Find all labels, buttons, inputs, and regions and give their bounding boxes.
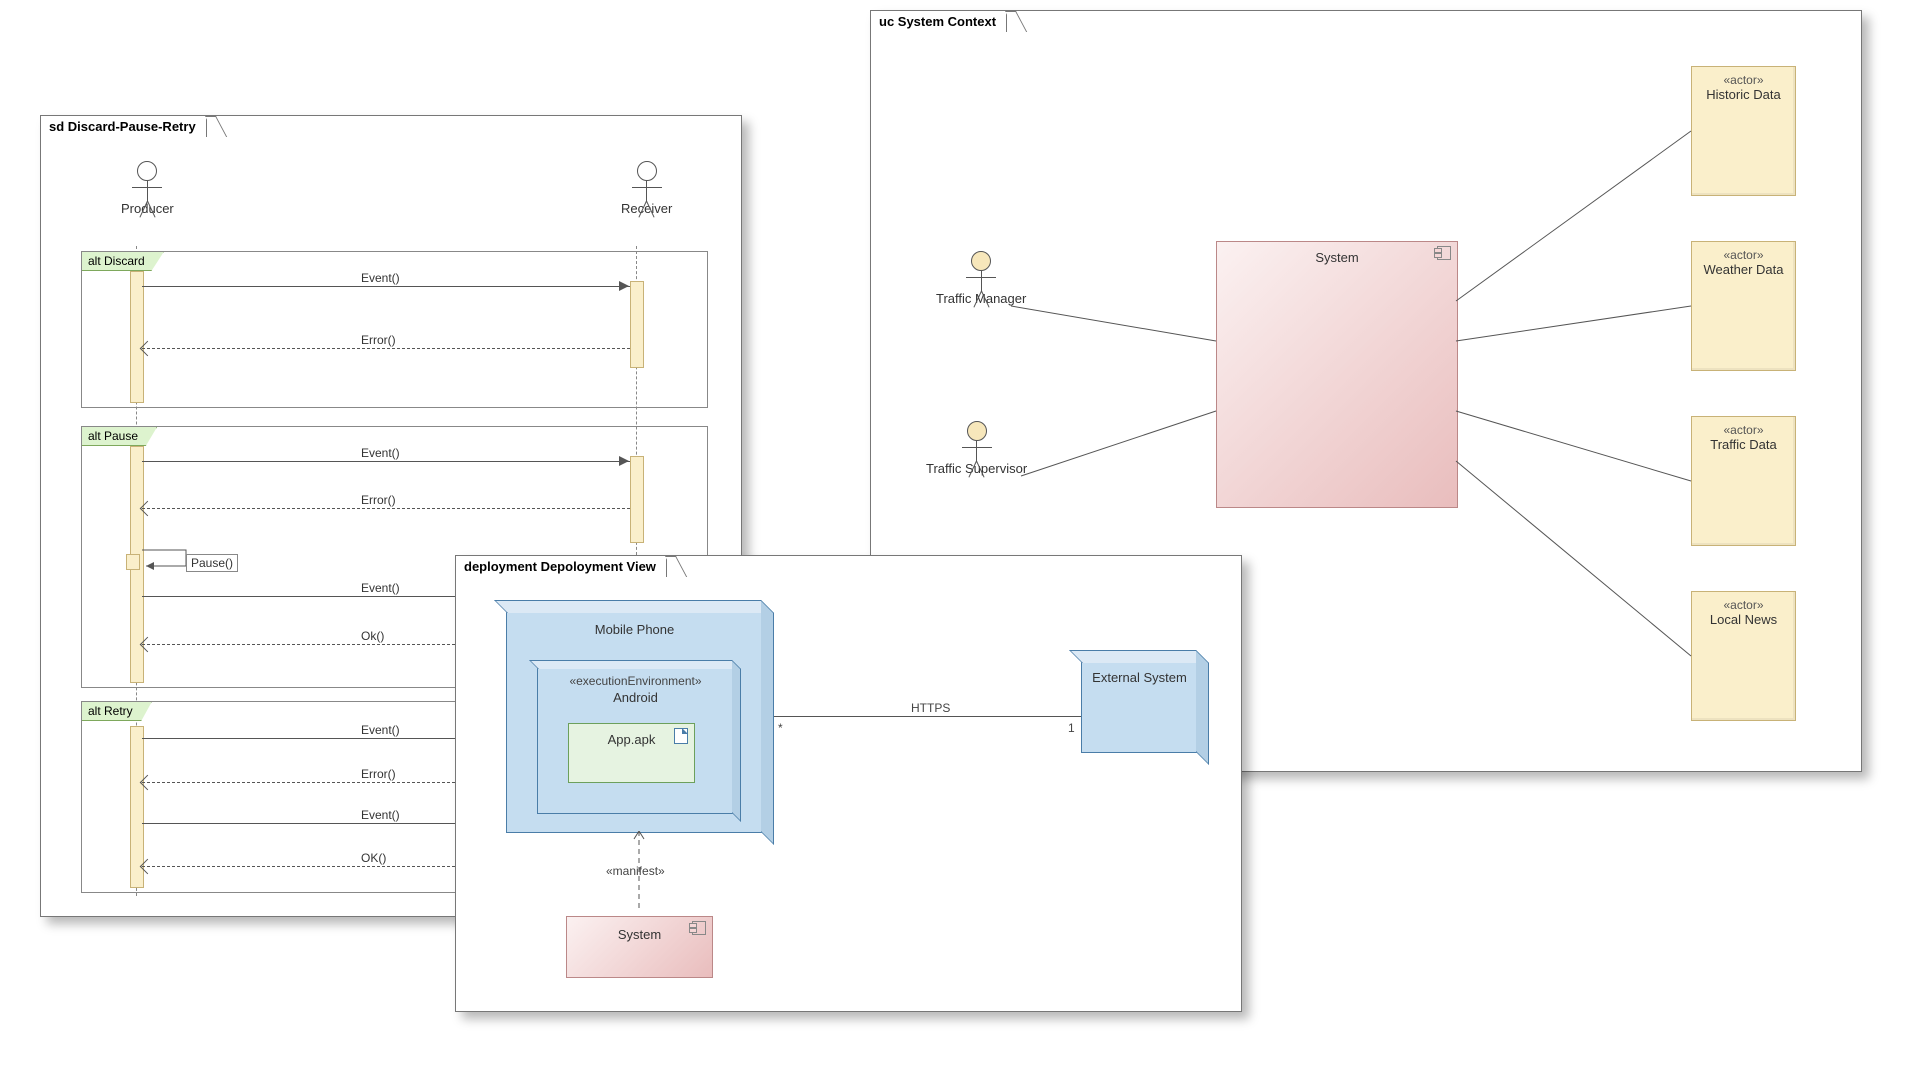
message-label: Error() [361,493,396,507]
message-label: Event() [361,808,400,822]
system-label: System [1315,250,1358,265]
actor-label: Local News [1692,612,1795,627]
mobile-phone-node: Mobile Phone «executionEnvironment» Andr… [506,611,763,833]
external-system-node: External System [1081,661,1198,753]
message-label: OK() [361,851,386,865]
actor-label: Weather Data [1692,262,1795,277]
activation [130,271,144,403]
sequence-title: sd Discard-Pause-Retry [49,119,196,134]
fragment-label: alt Retry [88,704,133,718]
mult-right: 1 [1068,721,1075,735]
actor-stereo: «actor» [1692,248,1795,262]
link-label: HTTPS [911,701,950,715]
actor-stereo: «actor» [1692,73,1795,87]
external-label: External System [1092,670,1187,685]
lifeline-producer: Producer [121,161,174,216]
system-box: System [1216,241,1458,508]
message-label: Event() [361,271,400,285]
context-title: uc System Context [879,14,996,29]
actor-local-news: «actor» Local News [1691,591,1796,721]
sequence-title-tab: sd Discard-Pause-Retry [40,115,207,137]
activation [630,281,644,368]
actor-weather-data: «actor» Weather Data [1691,241,1796,371]
actor-stereo: «actor» [1692,423,1795,437]
artifact-label: App.apk [608,732,656,747]
manifest-label: «manifest» [606,864,665,878]
system-component: System [566,916,713,978]
actor-label: Traffic Data [1692,437,1795,452]
activation [630,456,644,543]
actor-traffic-supervisor: Traffic Supervisor [926,421,1027,476]
message-line [142,348,630,350]
document-icon [674,728,688,744]
message-line [142,508,630,510]
actor-traffic-manager: Traffic Manager [936,251,1026,306]
message-label: Pause() [186,554,238,572]
message-label: Error() [361,333,396,347]
message-line [142,461,630,462]
fragment-label: alt Pause [88,429,138,443]
actor-label: Historic Data [1692,87,1795,102]
actor-traffic-data: «actor» Traffic Data [1691,416,1796,546]
https-link [774,716,1081,717]
message-line [142,286,630,287]
arrow-icon [619,281,629,291]
env-name: Android [613,690,658,705]
exec-env-node: «executionEnvironment» Android App.apk [537,667,734,814]
message-label: Event() [361,581,400,595]
message-label: Event() [361,446,400,460]
actor-historic-data: «actor» Historic Data [1691,66,1796,196]
actor-stereo: «actor» [1692,598,1795,612]
artifact-apk: App.apk [568,723,695,783]
deployment-title: deployment Depoloyment View [464,559,656,574]
message-label: Error() [361,767,396,781]
message-label: Ok() [361,629,384,643]
fragment-label: alt Discard [88,254,145,268]
phone-label: Mobile Phone [595,622,675,637]
deployment-title-tab: deployment Depoloyment View [455,555,667,577]
message-label: Event() [361,723,400,737]
deployment-panel: deployment Depoloyment View Mobile Phone… [455,555,1242,1012]
lifeline-receiver: Receiver [621,161,672,216]
mult-left: * [778,721,783,735]
env-stereo: «executionEnvironment» [569,674,701,688]
activation-inner [126,554,140,570]
context-title-tab: uc System Context [870,10,1007,32]
system-comp-label: System [618,927,661,942]
arrow-icon [619,456,629,466]
